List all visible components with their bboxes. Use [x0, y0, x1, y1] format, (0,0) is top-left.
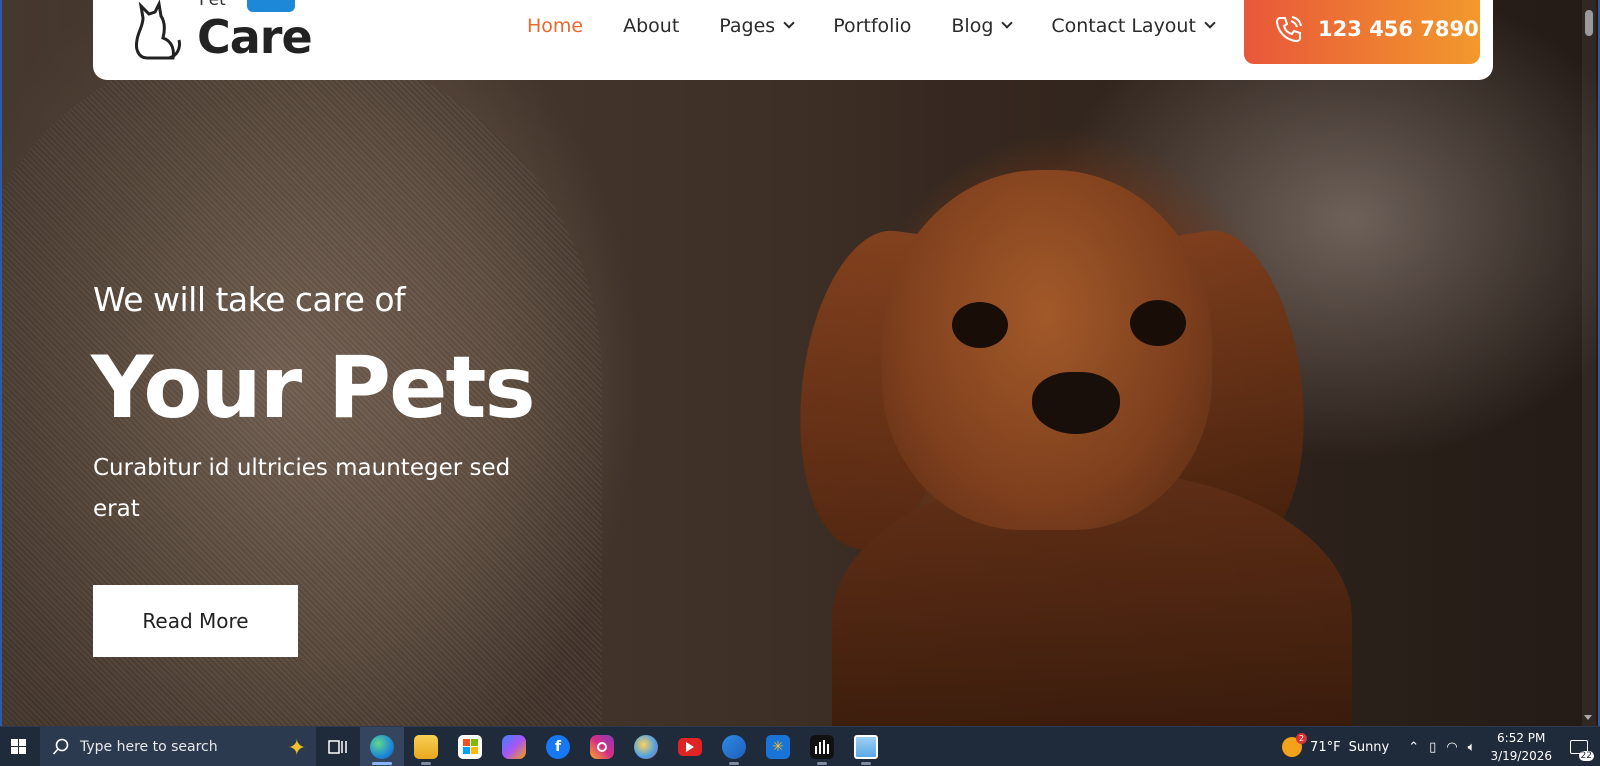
- photos-icon[interactable]: [844, 727, 888, 766]
- outlook-icon[interactable]: [712, 727, 756, 766]
- hero-description: Curabitur id ultricies maunteger sed era…: [93, 455, 511, 522]
- dog-head: [882, 170, 1212, 530]
- phone-number: 123 456 7890: [1318, 17, 1479, 41]
- logo-text: Pet Care: [197, 0, 313, 64]
- file-explorer-icon[interactable]: [404, 727, 448, 766]
- weather-temp: 71°F: [1310, 739, 1341, 755]
- phone-icon: [1275, 16, 1302, 43]
- notification-center-button[interactable]: 22: [1564, 733, 1594, 761]
- logo-care-text: Care: [197, 10, 313, 64]
- paint-icon[interactable]: [624, 727, 668, 766]
- nav-item-label: About: [623, 15, 680, 37]
- phone-call-button[interactable]: 123 456 7890: [1244, 0, 1480, 64]
- chevron-down-icon: [783, 17, 795, 29]
- nav-item-contact-layout[interactable]: Contact Layout: [1051, 15, 1216, 37]
- chevron-down-icon: [1001, 17, 1014, 29]
- nav-item-label: Pages: [719, 15, 776, 37]
- weather-badge: 2: [1296, 733, 1308, 744]
- vertical-scrollbar[interactable]: [1582, 0, 1596, 726]
- windows-taskbar: Type here to search ✦ f ✳ 2 71°F Sunny ⌃…: [0, 726, 1600, 766]
- audio-icon[interactable]: [800, 727, 844, 766]
- weather-widget[interactable]: 2 71°F Sunny: [1282, 733, 1390, 757]
- instagram-icon[interactable]: [580, 727, 624, 766]
- search-placeholder: Type here to search: [80, 738, 218, 755]
- system-tray: 2 71°F Sunny ⌃ ▯ ◠ 🔈︎ 6:52 PM 3/19/2026 …: [1282, 727, 1600, 766]
- main-nav: Home About Pages Portfolio Blog Contact …: [527, 8, 1254, 44]
- dog-left-eye: [952, 302, 1008, 348]
- start-button[interactable]: [0, 727, 36, 766]
- walmart-icon[interactable]: ✳: [756, 727, 800, 766]
- wifi-icon[interactable]: ◠: [1446, 740, 1457, 755]
- hero-subtitle: We will take care of: [93, 280, 406, 319]
- nav-item-label: Home: [527, 15, 584, 37]
- browser-viewport: Pet Care Home About Pages Portfolio Blog…: [0, 0, 1600, 726]
- nav-item-label: Contact Layout: [1051, 15, 1196, 37]
- nav-item-label: Blog: [951, 15, 994, 37]
- read-more-button[interactable]: Read More: [93, 585, 298, 657]
- copilot-sparkle-icon[interactable]: ✦: [288, 735, 306, 761]
- scroll-down-arrow-icon[interactable]: [1584, 715, 1592, 720]
- dog-right-eye: [1130, 300, 1186, 346]
- dog-body: [832, 470, 1352, 726]
- nav-item-about[interactable]: About: [623, 15, 679, 37]
- hero-title: Your Pets: [91, 338, 536, 438]
- nav-item-home[interactable]: Home: [527, 15, 583, 37]
- search-icon: [52, 738, 69, 755]
- task-view-icon[interactable]: [316, 727, 360, 766]
- nav-item-label: Portfolio: [833, 15, 912, 37]
- logo-pet-text: Pet: [199, 0, 226, 10]
- nav-item-blog[interactable]: Blog: [951, 15, 1014, 37]
- dog-left-ear: [780, 221, 974, 559]
- show-hidden-icons-chevron-icon[interactable]: ⌃: [1408, 740, 1419, 755]
- facebook-icon[interactable]: f: [536, 727, 580, 766]
- scrollbar-thumb[interactable]: [1585, 10, 1593, 36]
- volume-icon[interactable]: 🔈︎: [1468, 740, 1476, 755]
- clock-time: 6:52 PM: [1497, 731, 1546, 745]
- dog-right-ear: [1130, 221, 1324, 559]
- logo-badge: [247, 0, 295, 12]
- site-header: Pet Care Home About Pages Portfolio Blog…: [93, 0, 1493, 80]
- device-icon[interactable]: ▯: [1429, 740, 1436, 755]
- notification-count: 22: [1578, 751, 1594, 761]
- edge-icon[interactable]: [360, 726, 404, 766]
- weather-condition: Sunny: [1348, 739, 1390, 755]
- store-icon[interactable]: [448, 727, 492, 766]
- site-logo[interactable]: Pet Care: [129, 0, 313, 64]
- clock-date: 3/19/2026: [1490, 749, 1552, 763]
- system-clock[interactable]: 6:52 PM 3/19/2026: [1490, 729, 1552, 765]
- windows-logo-icon: [10, 739, 26, 754]
- chevron-down-icon: [1204, 17, 1216, 29]
- taskbar-search-box[interactable]: Type here to search ✦: [40, 726, 316, 766]
- youtube-icon[interactable]: [668, 727, 712, 766]
- nav-item-portfolio[interactable]: Portfolio: [833, 15, 911, 37]
- dog-nose: [1032, 372, 1120, 434]
- copilot-icon[interactable]: [492, 727, 536, 766]
- sun-icon: 2: [1282, 733, 1308, 757]
- cat-dog-logo-icon: [135, 0, 181, 60]
- nav-item-pages[interactable]: Pages: [719, 15, 795, 37]
